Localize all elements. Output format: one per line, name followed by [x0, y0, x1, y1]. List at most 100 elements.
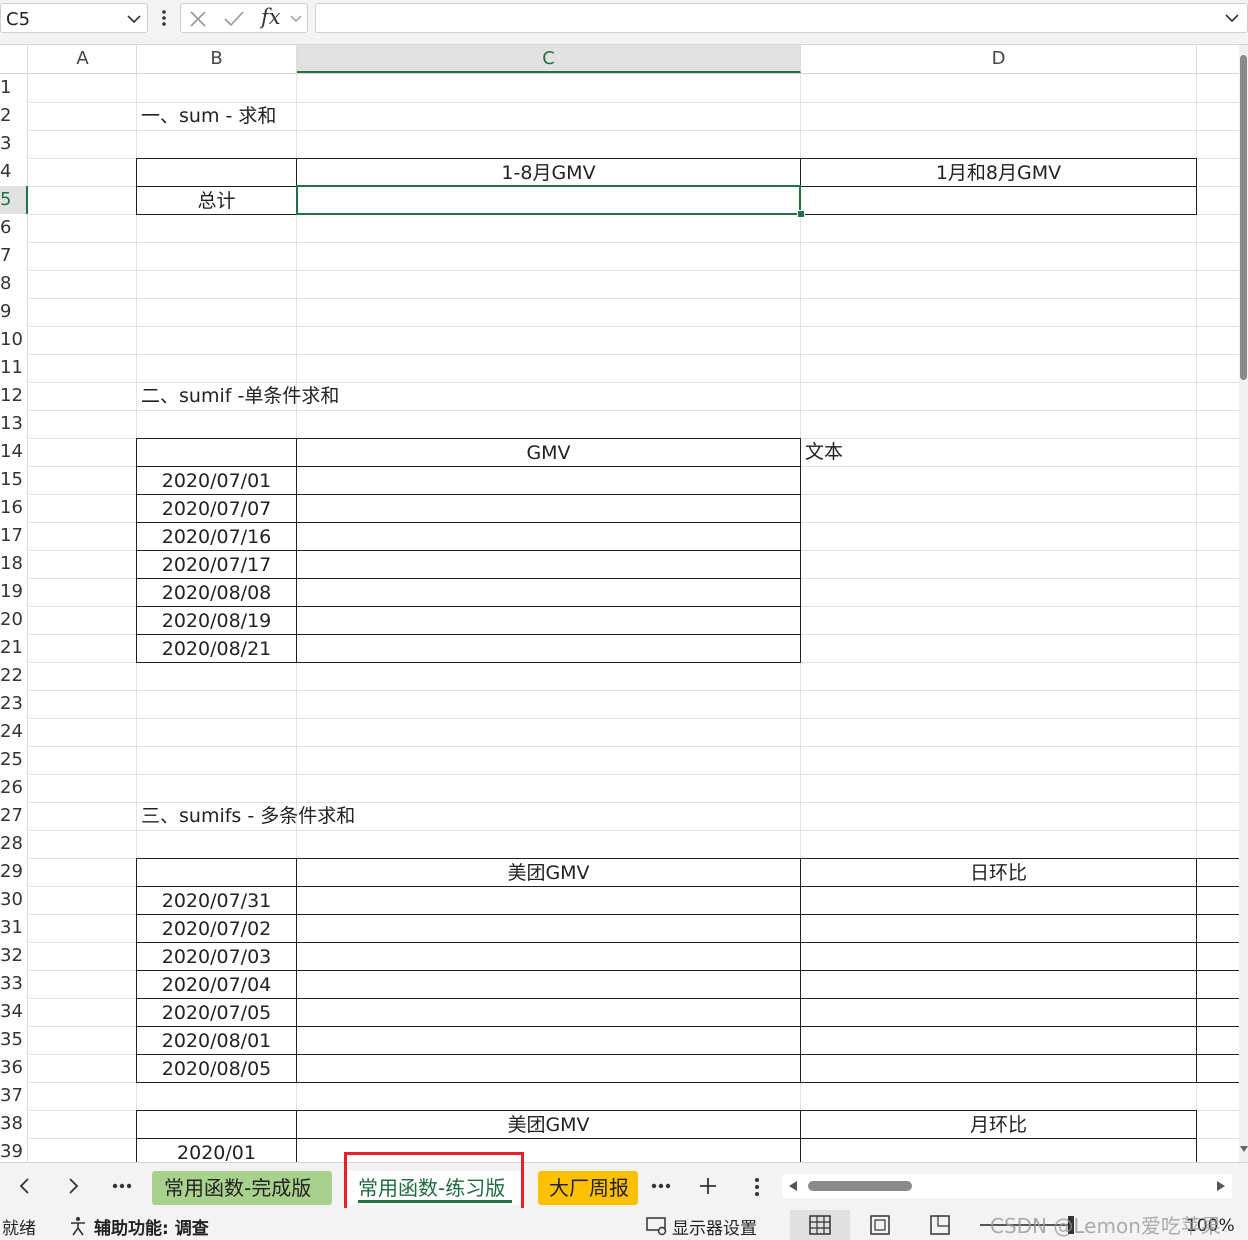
table-cell[interactable] [296, 1054, 801, 1083]
table-cell[interactable] [296, 494, 801, 523]
table-cell[interactable] [296, 634, 801, 663]
fill-handle[interactable] [797, 210, 805, 218]
table-cell[interactable] [800, 1138, 1197, 1162]
date-cell[interactable]: 2020/08/21 [136, 634, 297, 663]
column-header-d[interactable]: D [801, 45, 1197, 73]
next-sheet-icon[interactable] [68, 1177, 80, 1195]
table-cell[interactable] [296, 970, 801, 999]
column-header-e[interactable] [1197, 45, 1239, 73]
table-cell[interactable] [1196, 914, 1239, 943]
table-cell[interactable] [296, 942, 801, 971]
row-header-34[interactable]: 34 [0, 998, 28, 1026]
row-header-8[interactable]: 8 [0, 270, 28, 298]
expand-formula-icon[interactable] [1225, 14, 1239, 23]
tab-practice[interactable]: 常用函数-练习版 [346, 1171, 524, 1205]
horizontal-scroll-thumb[interactable] [808, 1181, 912, 1191]
table-cell[interactable] [296, 886, 801, 915]
date-cell[interactable]: 2020/07/16 [136, 522, 297, 551]
row-header-2[interactable]: 2 [0, 102, 28, 130]
row-header-14[interactable]: 14 [0, 438, 28, 466]
row-header-33[interactable]: 33 [0, 970, 28, 998]
date-cell[interactable]: 2020/08/19 [136, 606, 297, 635]
row-header-19[interactable]: 19 [0, 578, 28, 606]
row-header-32[interactable]: 32 [0, 942, 28, 970]
note-text[interactable]: 文本 [805, 438, 843, 466]
cell-grid[interactable]: 一、sum - 求和 1-8月GMV 1月和8月GMV 总计 二、sumif -… [29, 74, 1239, 1162]
table-cell[interactable] [296, 550, 801, 579]
row-header-29[interactable]: 29 [0, 858, 28, 886]
table-cell[interactable] [296, 998, 801, 1027]
more-sheets-icon[interactable] [112, 1183, 132, 1189]
row-header-38[interactable]: 38 [0, 1110, 28, 1138]
table-cell[interactable] [296, 914, 801, 943]
table-cell[interactable] [800, 1054, 1197, 1083]
date-cell[interactable]: 2020/08/08 [136, 578, 297, 607]
selected-cell-c5[interactable] [296, 185, 801, 215]
row-header-12[interactable]: 12 [0, 382, 28, 410]
row-header-27[interactable]: 27 [0, 802, 28, 830]
row-header-4[interactable]: 4 [0, 158, 28, 186]
display-settings-icon[interactable] [646, 1216, 668, 1236]
prev-sheet-icon[interactable] [18, 1177, 30, 1195]
scroll-left-icon[interactable] [788, 1180, 798, 1192]
row-header-3[interactable]: 3 [0, 130, 28, 158]
add-sheet-icon[interactable] [698, 1176, 718, 1196]
row-header-30[interactable]: 30 [0, 886, 28, 914]
table-cell[interactable] [296, 1026, 801, 1055]
cancel-icon[interactable] [189, 10, 207, 28]
row-header-37[interactable]: 37 [0, 1082, 28, 1110]
table-cell[interactable] [1196, 1026, 1239, 1055]
tab-weekly-report[interactable]: 大厂周报 [538, 1171, 638, 1205]
select-all-corner[interactable] [0, 45, 28, 73]
header-meituan-gmv-monthly[interactable]: 美团GMV [296, 1110, 801, 1139]
label-total[interactable]: 总计 [136, 186, 297, 215]
date-cell[interactable]: 2020/08/01 [136, 1026, 297, 1055]
row-header-5[interactable]: 5 [0, 186, 28, 214]
table-cell[interactable] [1196, 942, 1239, 971]
table-cell[interactable] [1196, 1054, 1239, 1083]
row-header-21[interactable]: 21 [0, 634, 28, 662]
row-header-11[interactable]: 11 [0, 354, 28, 382]
row-header-7[interactable]: 7 [0, 242, 28, 270]
scroll-right-icon[interactable] [1216, 1180, 1226, 1192]
display-settings[interactable]: 显示器设置 [672, 1214, 757, 1239]
row-header-39[interactable]: 39 [0, 1138, 28, 1162]
confirm-icon[interactable] [223, 10, 245, 28]
table-cell[interactable] [800, 970, 1197, 999]
date-cell[interactable]: 2020/07/05 [136, 998, 297, 1027]
row-header-16[interactable]: 16 [0, 494, 28, 522]
sheet-options-icon[interactable] [754, 1177, 760, 1197]
section-title-sumif[interactable]: 二、sumif -单条件求和 [141, 382, 339, 410]
chevron-down-icon[interactable] [127, 15, 141, 24]
more-tabs-icon[interactable] [651, 1183, 671, 1189]
table-cell[interactable] [296, 466, 801, 495]
header-daily-ratio[interactable]: 日环比 [800, 858, 1197, 887]
vertical-scrollbar[interactable] [1239, 45, 1248, 1162]
table-cell[interactable] [296, 1138, 801, 1162]
row-header-24[interactable]: 24 [0, 718, 28, 746]
row-header-26[interactable]: 26 [0, 774, 28, 802]
row-header-10[interactable]: 10 [0, 326, 28, 354]
date-cell[interactable]: 2020/07/03 [136, 942, 297, 971]
row-header-23[interactable]: 23 [0, 690, 28, 718]
row-header-22[interactable]: 22 [0, 662, 28, 690]
date-cell[interactable]: 2020/08/05 [136, 1054, 297, 1083]
table-cell[interactable] [800, 998, 1197, 1027]
table-cell[interactable] [800, 886, 1197, 915]
row-header-28[interactable]: 28 [0, 830, 28, 858]
column-header-c[interactable]: C [297, 45, 801, 73]
tab-complete[interactable]: 常用函数-完成版 [152, 1171, 332, 1205]
more-options-icon[interactable] [160, 8, 168, 28]
date-cell[interactable]: 2020/07/04 [136, 970, 297, 999]
section-title-sumifs[interactable]: 三、sumifs - 多条件求和 [141, 802, 355, 830]
row-header-13[interactable]: 13 [0, 410, 28, 438]
table-cell[interactable] [296, 522, 801, 551]
row-header-15[interactable]: 15 [0, 466, 28, 494]
header-gmv-jan-aug[interactable]: 1月和8月GMV [800, 158, 1197, 187]
page-layout-icon[interactable] [870, 1215, 890, 1235]
row-header-36[interactable]: 36 [0, 1054, 28, 1082]
date-cell[interactable]: 2020/07/01 [136, 466, 297, 495]
row-header-25[interactable]: 25 [0, 746, 28, 774]
row-header-20[interactable]: 20 [0, 606, 28, 634]
table-cell[interactable] [136, 438, 297, 467]
